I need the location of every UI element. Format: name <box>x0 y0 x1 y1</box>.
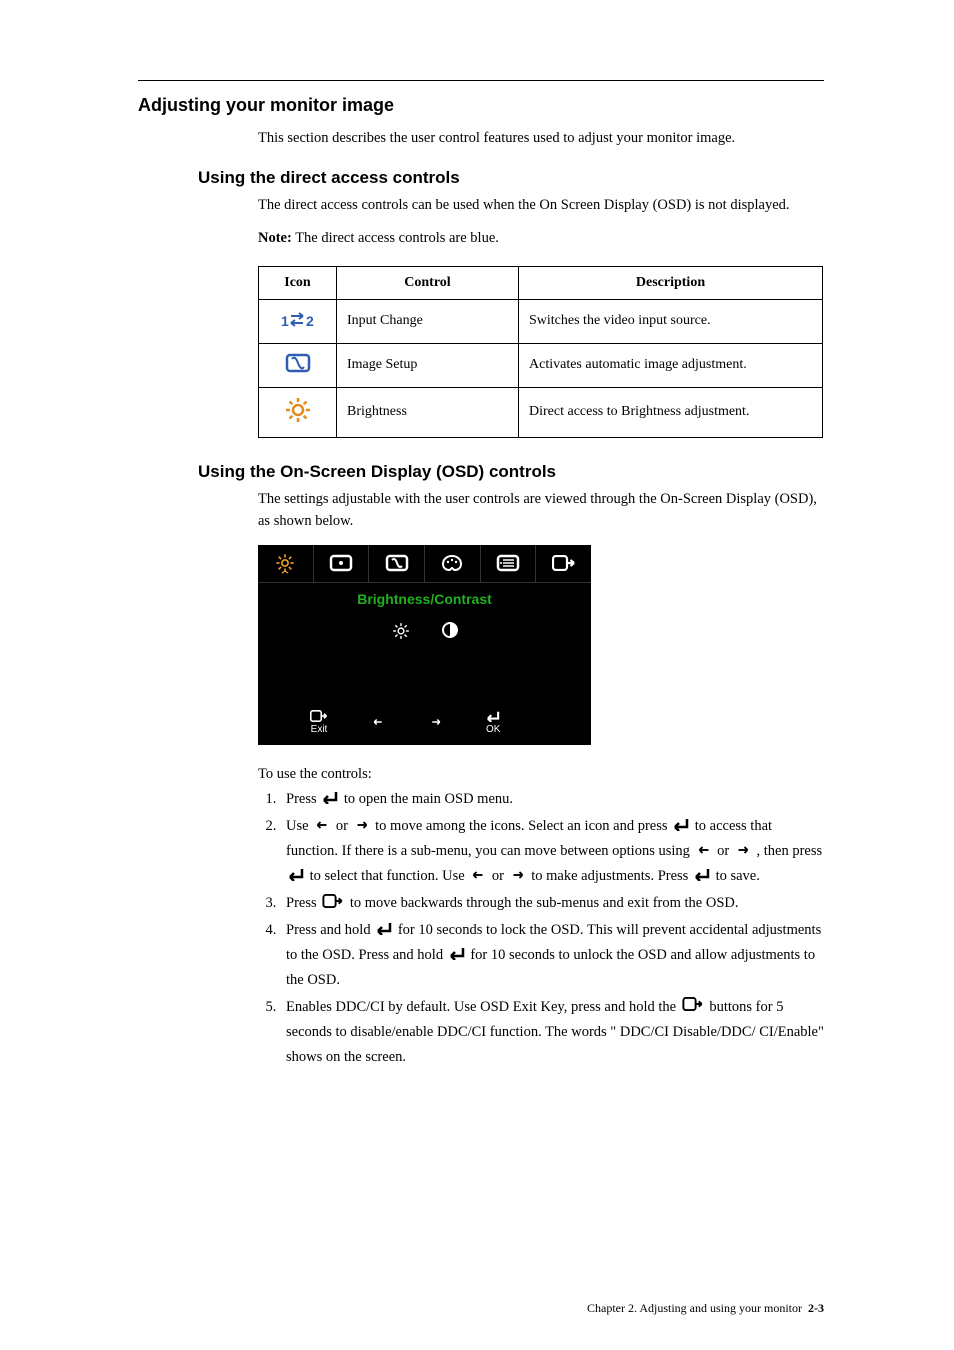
text-fragment: to make adjustments. Press <box>531 868 692 884</box>
text-fragment: to open the main OSD menu. <box>344 791 513 807</box>
enter-icon <box>288 865 304 890</box>
contrast-sub-icon <box>441 621 459 639</box>
table-row: Brightness Direct access to Brightness a… <box>259 387 823 437</box>
left-arrow-icon <box>314 815 330 840</box>
osd-tab-bar <box>258 545 591 583</box>
osd-left-button <box>370 717 386 727</box>
instructions-list: Press to open the main OSD menu. Use or … <box>258 787 824 1069</box>
cell-control: Input Change <box>337 299 519 343</box>
top-rule <box>138 80 824 81</box>
osd-submenu-icons <box>258 615 591 647</box>
text-fragment: , then press <box>756 843 822 859</box>
exit-icon <box>682 995 704 1020</box>
exit-label: Exit <box>311 724 328 735</box>
osd-tab-options <box>481 545 537 582</box>
cell-control: Brightness <box>337 387 519 437</box>
th-description: Description <box>519 266 823 299</box>
right-arrow-icon <box>735 840 751 865</box>
direct-access-body: The direct access controls can be used w… <box>258 194 824 216</box>
th-icon: Icon <box>259 266 337 299</box>
osd-ok-button: OK <box>486 710 500 735</box>
input-change-icon <box>259 299 337 343</box>
brightness-icon <box>259 387 337 437</box>
osd-menu-title: Brightness/Contrast <box>258 583 591 615</box>
brightness-sub-icon <box>391 621 411 641</box>
text-fragment: or <box>717 843 733 859</box>
cell-description: Switches the video input source. <box>519 299 823 343</box>
osd-bottom-bar: Exit OK <box>258 710 591 735</box>
direct-access-table: Icon Control Description Input Change Sw… <box>258 266 823 438</box>
cell-control: Image Setup <box>337 343 519 387</box>
footer-text: Chapter 2. Adjusting and using your moni… <box>587 1301 802 1315</box>
right-arrow-icon <box>510 865 526 890</box>
page-footer: Chapter 2. Adjusting and using your moni… <box>587 1301 824 1316</box>
instruction-item: Press to open the main OSD menu. <box>280 787 824 812</box>
section-title: Adjusting your monitor image <box>138 95 824 116</box>
text-fragment: to move backwards through the sub-menus … <box>350 895 739 911</box>
instruction-item: Use or to move among the icons. Select a… <box>280 814 824 889</box>
note-label: Note: <box>258 230 292 246</box>
enter-icon <box>673 815 689 840</box>
text-fragment: or <box>336 818 352 834</box>
note-body: The direct access controls are blue. <box>292 230 499 246</box>
cell-description: Activates automatic image adjustment. <box>519 343 823 387</box>
osd-controls-body: The settings adjustable with the user co… <box>258 488 824 533</box>
osd-tab-brightness <box>258 545 314 582</box>
cell-description: Direct access to Brightness adjustment. <box>519 387 823 437</box>
exit-icon <box>322 892 344 917</box>
th-control: Control <box>337 266 519 299</box>
ok-label: OK <box>486 724 500 735</box>
text-fragment: Press <box>286 791 320 807</box>
intro-text: This section describes the user control … <box>258 128 824 150</box>
instructions-lead: To use the controls: <box>258 763 824 785</box>
text-fragment: Press and hold <box>286 922 374 938</box>
table-row: Image Setup Activates automatic image ad… <box>259 343 823 387</box>
left-arrow-icon <box>470 865 486 890</box>
osd-screenshot: Brightness/Contrast Exit OK <box>258 545 591 745</box>
direct-access-title: Using the direct access controls <box>198 168 824 188</box>
enter-icon <box>449 944 465 969</box>
osd-tab-color <box>425 545 481 582</box>
enter-icon <box>376 919 392 944</box>
osd-exit-button: Exit <box>310 710 328 735</box>
image-setup-icon <box>259 343 337 387</box>
page-number: 2-3 <box>808 1301 824 1315</box>
instruction-item: Enables DDC/CI by default. Use OSD Exit … <box>280 995 824 1069</box>
table-header-row: Icon Control Description <box>259 266 823 299</box>
enter-icon <box>322 788 338 813</box>
osd-tab-image <box>369 545 425 582</box>
instruction-item: Press to move backwards through the sub-… <box>280 891 824 916</box>
text-fragment: or <box>492 868 508 884</box>
left-arrow-icon <box>696 840 712 865</box>
text-fragment: to select that function. Use <box>310 868 469 884</box>
instruction-item: Press and hold for 10 seconds to lock th… <box>280 918 824 993</box>
text-fragment: Press <box>286 895 320 911</box>
text-fragment: to save. <box>716 868 760 884</box>
enter-icon <box>694 865 710 890</box>
table-row: Input Change Switches the video input so… <box>259 299 823 343</box>
osd-controls-title: Using the On-Screen Display (OSD) contro… <box>198 462 824 482</box>
text-fragment: to move among the icons. Select an icon … <box>375 818 671 834</box>
osd-tab-exit <box>536 545 591 582</box>
note-text: Note: The direct access controls are blu… <box>258 228 824 250</box>
text-fragment: Enables DDC/CI by default. Use OSD Exit … <box>286 999 680 1015</box>
text-fragment: Use <box>286 818 312 834</box>
osd-tab-position <box>314 545 370 582</box>
right-arrow-icon <box>354 815 370 840</box>
osd-right-button <box>428 717 444 727</box>
